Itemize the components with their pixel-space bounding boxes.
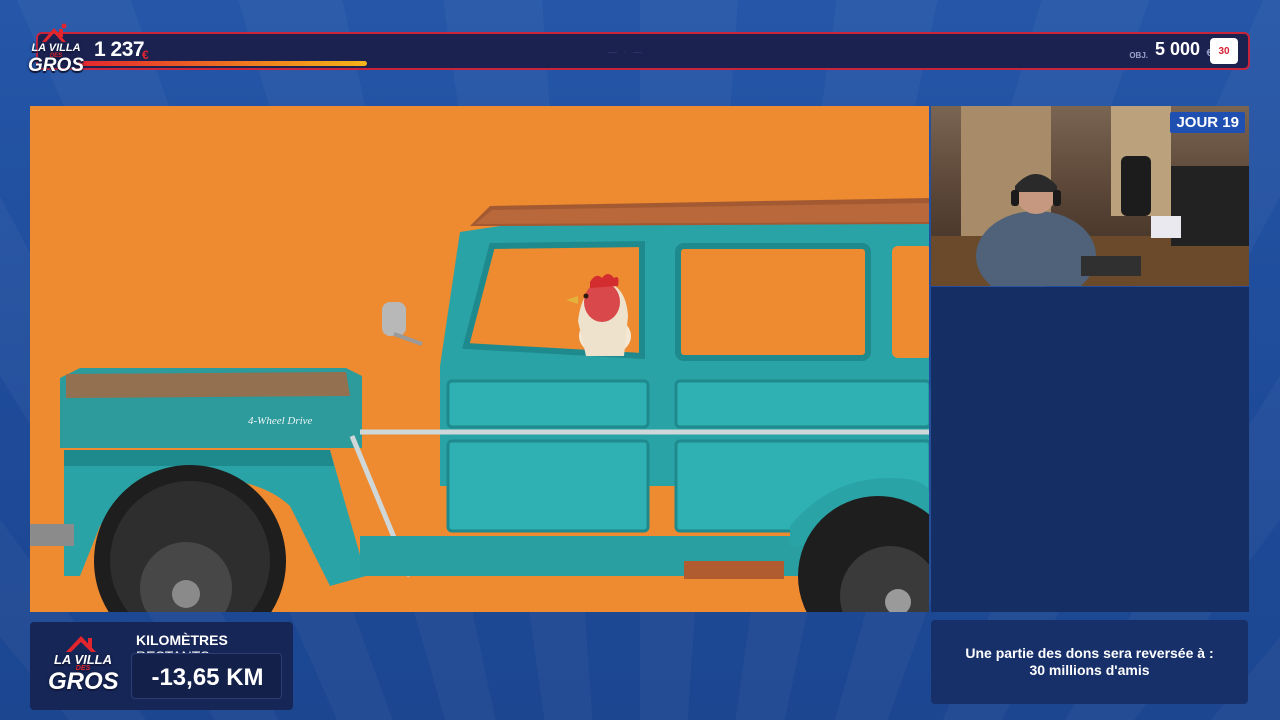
la-villa-des-gros-logo-bottom: LA VILLA DES GROS — [48, 630, 119, 702]
donation-info-panel: Une partie des dons sera reversée à : 30… — [931, 620, 1248, 704]
logo-bottom-line-3: GROS — [48, 668, 119, 695]
kilometers-value: -13,65 KM — [151, 664, 264, 691]
side-panel — [931, 287, 1249, 612]
donation-info-line-1: Une partie des dons sera reversée à : — [965, 645, 1214, 661]
kilometers-label-bold: KILOMÈTRES — [136, 632, 228, 648]
current-donation-currency: € — [142, 48, 149, 62]
la-villa-des-gros-logo: LA VILLA DES GROS — [26, 22, 86, 82]
donation-goal-bar: 1 237 € — · — OBJ. 5 000 € 30 — [36, 32, 1250, 70]
webcam-room-scene — [931, 106, 1249, 286]
goal-prefix: OBJ. — [1129, 51, 1148, 60]
donation-progress-track — [78, 61, 1248, 66]
truck-with-chicken-illustration: 4-Wheel Drive — [30, 198, 929, 612]
streamer-webcam: JOUR 19 — [931, 106, 1249, 286]
logo-line-3: GROS — [28, 55, 84, 76]
donation-info-line-2: 30 millions d'amis — [1029, 662, 1150, 678]
charity-badge-text: 30 — [1218, 45, 1230, 57]
kilometers-value-box: -13,65 KM — [131, 653, 282, 699]
vehicle-badge-text: 4-Wheel Drive — [248, 415, 313, 427]
kilometers-remaining-panel: LA VILLA DES GROS KILOMÈTRES RESTANTS : … — [30, 622, 293, 710]
bar-center-decoration: — · — — [608, 47, 644, 57]
main-stream-view: 4-Wheel Drive — [30, 106, 929, 612]
current-donation-amount: 1 237 — [94, 38, 145, 61]
day-counter-badge: JOUR 19 — [1170, 112, 1245, 133]
goal-amount: 5 000 — [1154, 39, 1200, 59]
charity-logo-icon: 30 — [1210, 38, 1238, 64]
